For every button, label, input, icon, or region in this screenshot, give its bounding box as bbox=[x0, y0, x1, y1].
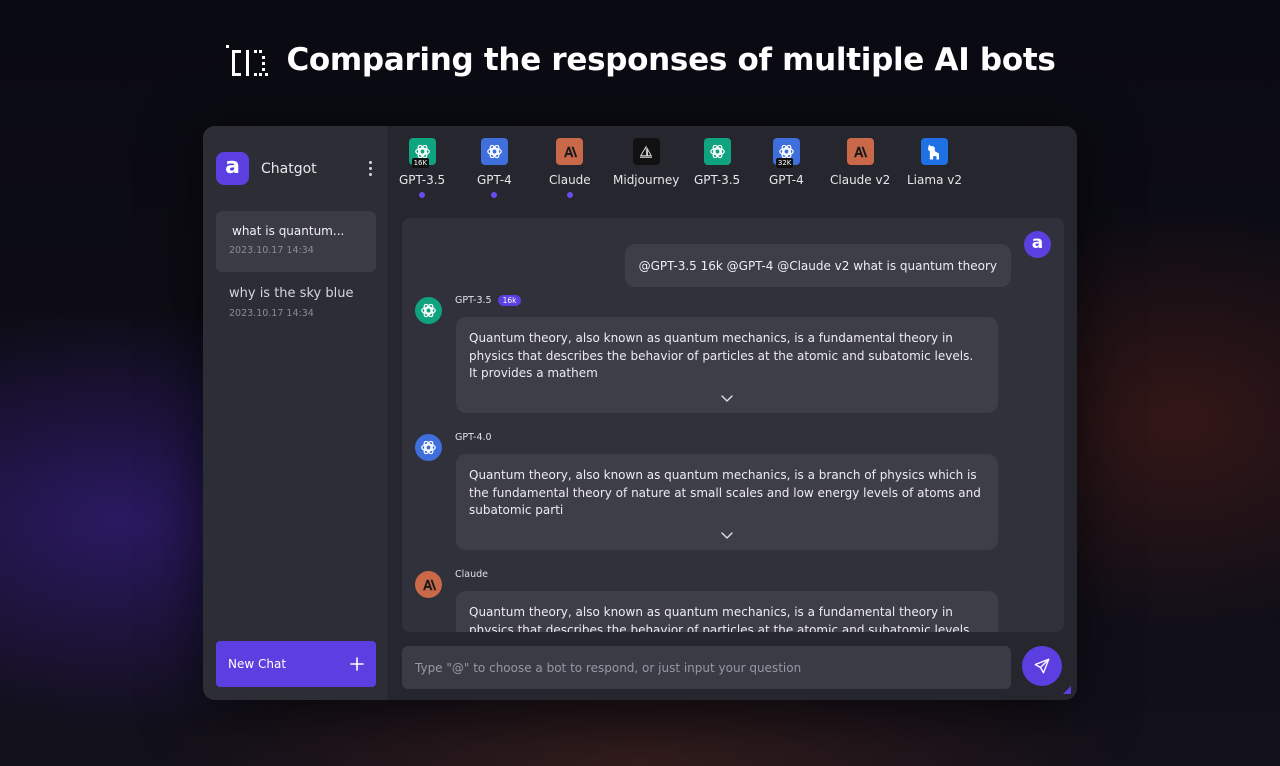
context-badge: 32K bbox=[776, 158, 794, 168]
bot-option[interactable]: GPT-3.5 bbox=[694, 138, 740, 198]
bot-label: Liama v2 bbox=[907, 173, 962, 187]
bot-label: GPT-4 bbox=[477, 173, 512, 187]
selected-indicator bbox=[491, 192, 497, 198]
selected-indicator bbox=[419, 192, 425, 198]
chat-title: what is quantum... bbox=[229, 224, 363, 238]
selected-indicator bbox=[931, 192, 937, 198]
bot-label: Claude v2 bbox=[830, 173, 890, 187]
anthropic-icon bbox=[556, 138, 583, 165]
response-bot-name: Claude bbox=[455, 569, 488, 580]
bot-label: Midjourney bbox=[613, 173, 679, 187]
new-chat-label: New Chat bbox=[228, 657, 286, 671]
chat-date: 2023.10.17 14:34 bbox=[229, 245, 363, 256]
bot-label: GPT-3.5 bbox=[694, 173, 740, 187]
chat-history-item[interactable]: why is the sky blue 2023.10.17 14:34 bbox=[216, 273, 376, 334]
main-panel: 16K GPT-3.5 GPT-4 Claude Midjourney GPT-3.5 32… bbox=[389, 126, 1077, 700]
bot-label: Claude bbox=[549, 173, 591, 187]
headline-title: Comparing the responses of multiple AI b… bbox=[286, 42, 1055, 78]
bot-label: GPT-3.5 bbox=[399, 173, 445, 187]
bot-option[interactable]: GPT-4 bbox=[477, 138, 512, 198]
sidebar: a Chatgot what is quantum... 2023.10.17 … bbox=[203, 126, 389, 700]
user-avatar-letter: a bbox=[1032, 233, 1043, 253]
bot-option[interactable]: Claude bbox=[549, 138, 591, 198]
conversation: a @GPT-3.5 16k @GPT-4 @Claude v2 what is… bbox=[402, 218, 1064, 632]
user-message: @GPT-3.5 16k @GPT-4 @Claude v2 what is q… bbox=[625, 244, 1011, 287]
response-bubble: Quantum theory, also known as quantum me… bbox=[456, 591, 998, 632]
chat-history-item[interactable]: what is quantum... 2023.10.17 14:34 bbox=[216, 211, 376, 272]
app-window: a Chatgot what is quantum... 2023.10.17 … bbox=[203, 126, 1077, 700]
headline: Comparing the responses of multiple AI b… bbox=[0, 42, 1280, 78]
app-logo: a bbox=[216, 152, 249, 185]
chevron-down-icon[interactable] bbox=[720, 393, 734, 403]
chat-date: 2023.10.17 14:34 bbox=[229, 308, 363, 319]
bot-name-text: Claude bbox=[455, 569, 488, 580]
plus-icon bbox=[350, 657, 364, 671]
send-button[interactable] bbox=[1022, 646, 1062, 686]
selected-indicator bbox=[714, 192, 720, 198]
response-bot-name: GPT-4.0 bbox=[455, 432, 492, 443]
user-avatar: a bbox=[1024, 231, 1051, 258]
anthropic-icon bbox=[415, 571, 442, 598]
chevron-down-icon[interactable] bbox=[720, 530, 734, 540]
context-tag: 16k bbox=[498, 295, 522, 306]
response-bot-name: GPT-3.5 16k bbox=[455, 295, 521, 306]
bot-name-text: GPT-3.5 bbox=[455, 295, 492, 306]
selected-indicator bbox=[857, 192, 863, 198]
anthropic-icon bbox=[847, 138, 874, 165]
response-text: Quantum theory, also known as quantum me… bbox=[469, 330, 985, 383]
llama-icon bbox=[921, 138, 948, 165]
openai-icon bbox=[415, 297, 442, 324]
sailboat-icon bbox=[633, 138, 660, 165]
message-input-box[interactable] bbox=[402, 646, 1011, 689]
openai-icon: 16K bbox=[409, 138, 436, 165]
context-badge: 16K bbox=[412, 158, 430, 168]
bot-label: GPT-4 bbox=[769, 173, 804, 187]
openai-icon bbox=[481, 138, 508, 165]
message-input[interactable] bbox=[415, 661, 998, 675]
response-bubble: Quantum theory, also known as quantum me… bbox=[456, 317, 998, 413]
response-bubble: Quantum theory, also known as quantum me… bbox=[456, 454, 998, 550]
chat-title: why is the sky blue bbox=[229, 286, 363, 301]
openai-icon bbox=[704, 138, 731, 165]
selected-indicator bbox=[643, 192, 649, 198]
brand: a Chatgot bbox=[216, 152, 378, 185]
logo-letter: a bbox=[225, 156, 240, 178]
selected-indicator bbox=[567, 192, 573, 198]
response-text: Quantum theory, also known as quantum me… bbox=[469, 467, 985, 520]
response-text: Quantum theory, also known as quantum me… bbox=[469, 604, 985, 632]
bot-option[interactable]: 32K GPT-4 bbox=[769, 138, 804, 198]
bot-option[interactable]: Liama v2 bbox=[907, 138, 962, 198]
send-icon bbox=[1033, 657, 1051, 675]
new-chat-button[interactable]: New Chat bbox=[216, 641, 376, 687]
bot-option[interactable]: Claude v2 bbox=[830, 138, 890, 198]
openai-icon bbox=[415, 434, 442, 461]
selected-indicator bbox=[783, 192, 789, 198]
resize-handle-icon[interactable] bbox=[1063, 686, 1071, 694]
bot-option[interactable]: Midjourney bbox=[613, 138, 679, 198]
app-name: Chatgot bbox=[261, 161, 362, 177]
bot-option[interactable]: 16K GPT-3.5 bbox=[399, 138, 445, 198]
bot-selector: 16K GPT-3.5 GPT-4 Claude Midjourney GPT-3.5 32… bbox=[389, 138, 1077, 204]
bot-name-text: GPT-4.0 bbox=[455, 432, 492, 443]
more-options-icon[interactable] bbox=[362, 159, 378, 179]
compare-columns-icon bbox=[224, 42, 268, 78]
openai-icon: 32K bbox=[773, 138, 800, 165]
